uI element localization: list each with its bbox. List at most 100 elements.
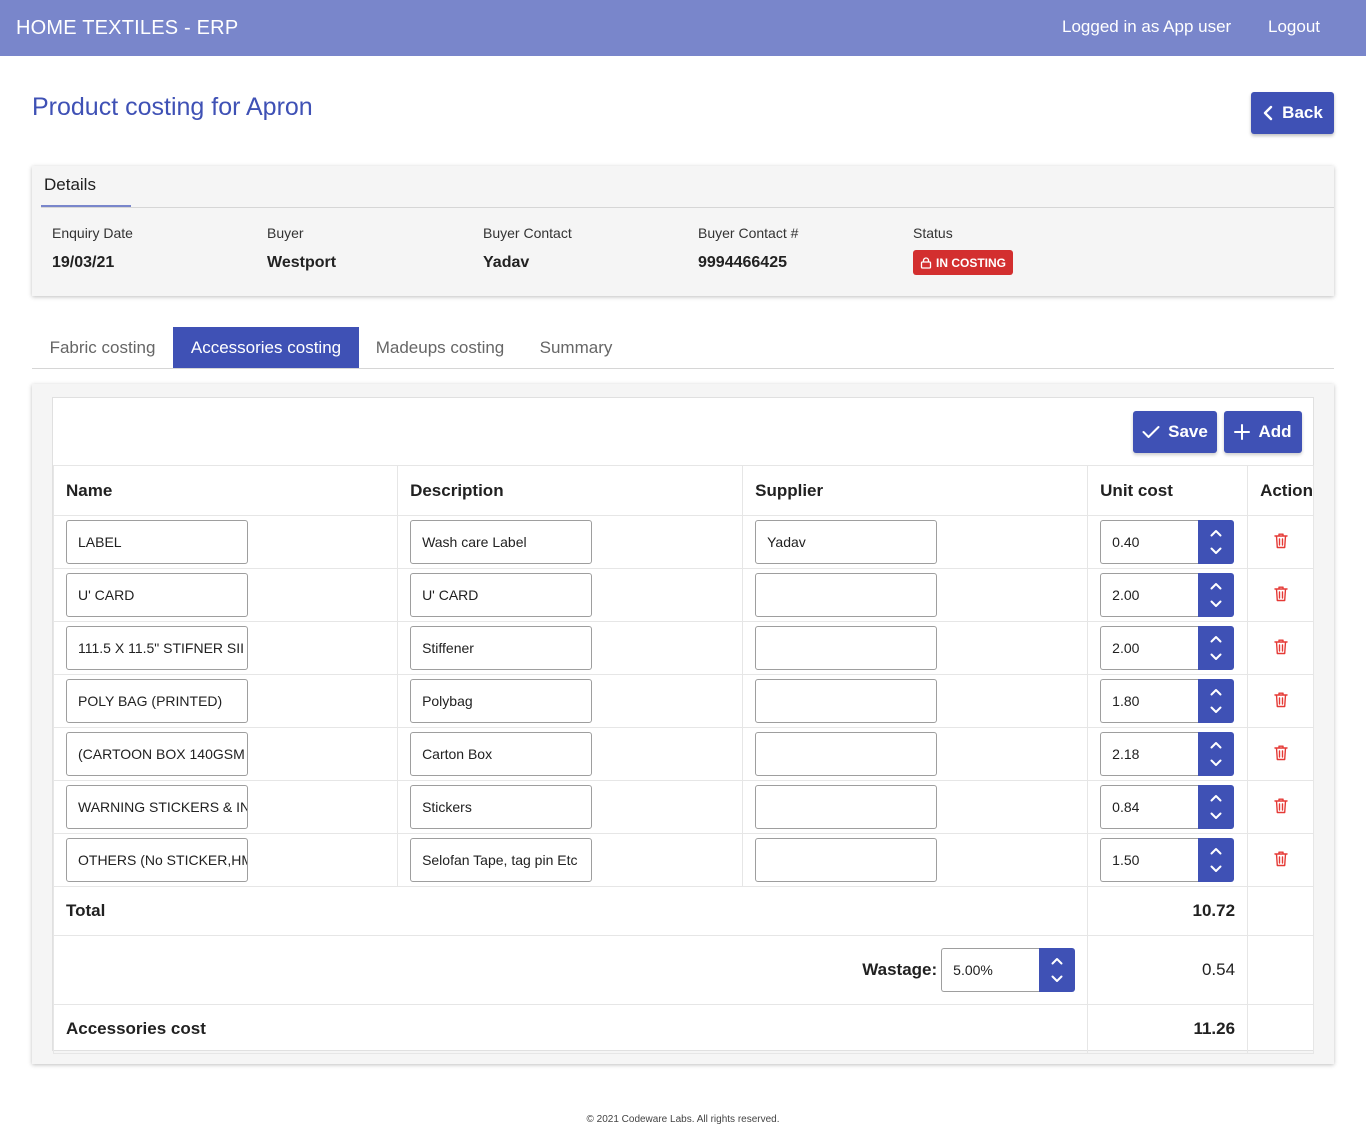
total-label: Total — [52, 886, 1089, 936]
chevron-down-icon[interactable] — [1210, 759, 1222, 767]
buyer-contact-label: Buyer Contact — [483, 225, 572, 241]
tab-summary[interactable]: Summary — [521, 327, 631, 368]
buyer-contact-field: Buyer Contact Yadav — [483, 225, 572, 272]
unit-cost-input[interactable]: 0.84 — [1100, 785, 1199, 829]
item-name-input[interactable]: LABEL — [66, 520, 248, 564]
logged-in-user: Logged in as App user — [1062, 17, 1232, 36]
chevron-down-icon[interactable] — [1051, 975, 1063, 983]
enquiry-date-field: Enquiry Date 19/03/21 — [52, 225, 133, 272]
item-supplier-input[interactable]: Yadav — [755, 520, 938, 564]
tab-madeups-costing[interactable]: Madeups costing — [359, 327, 521, 368]
tab-details[interactable]: Details — [41, 166, 131, 208]
item-name-input[interactable]: 111.5 X 11.5" STIFNER SII — [66, 626, 248, 670]
accessories-table-card: Save Add Name Description Supplier Unit … — [52, 397, 1314, 1054]
details-card: Details Enquiry Date 19/03/21 Buyer West… — [32, 166, 1334, 296]
chevron-up-icon[interactable] — [1210, 582, 1222, 590]
chevron-up-icon[interactable] — [1210, 529, 1222, 537]
unit-cost-stepper: 0.84 — [1100, 785, 1235, 829]
column-header-supplier: Supplier — [742, 465, 1089, 516]
chevron-down-icon[interactable] — [1210, 706, 1222, 714]
status-badge: IN COSTING — [913, 250, 1014, 275]
table-row: U' CARD U' CARD 2.00 — [52, 568, 1314, 622]
add-button-label: Add — [1258, 422, 1292, 441]
trash-icon[interactable] — [1273, 850, 1289, 867]
save-button[interactable]: Save — [1133, 411, 1217, 453]
chevron-up-icon[interactable] — [1051, 957, 1063, 965]
footer-copyright: © 2021 Codeware Labs. All rights reserve… — [586, 1114, 780, 1125]
enquiry-date-value: 19/03/21 — [52, 254, 115, 271]
tab-fabric-costing[interactable]: Fabric costing — [32, 327, 173, 368]
table-header-row: Name Description Supplier Unit cost Acti… — [52, 465, 1314, 516]
accessories-cost-value: 11.26 — [1087, 1004, 1249, 1054]
chevron-down-icon[interactable] — [1210, 812, 1222, 820]
item-supplier-input[interactable] — [755, 838, 938, 882]
chevron-down-icon[interactable] — [1210, 653, 1222, 661]
trash-icon[interactable] — [1273, 691, 1289, 708]
chevron-down-icon[interactable] — [1210, 865, 1222, 873]
buyer-label: Buyer — [267, 225, 304, 241]
wastage-stepper: 5.00% — [941, 948, 1076, 992]
unit-cost-input[interactable]: 1.80 — [1100, 679, 1199, 723]
chevron-up-icon[interactable] — [1210, 688, 1222, 696]
item-name-input[interactable]: WARNING STICKERS & IN — [66, 785, 248, 829]
chevron-up-icon[interactable] — [1210, 635, 1222, 643]
item-supplier-input[interactable] — [755, 626, 938, 670]
trash-icon[interactable] — [1273, 638, 1289, 655]
status-label: Status — [913, 225, 953, 241]
item-name-input[interactable]: U' CARD — [66, 573, 248, 617]
unit-cost-input[interactable]: 2.00 — [1100, 573, 1199, 617]
item-supplier-input[interactable] — [755, 573, 938, 617]
unit-cost-spin-buttons — [1198, 626, 1235, 670]
trash-icon[interactable] — [1273, 585, 1289, 602]
item-description-input[interactable]: Wash care Label — [410, 520, 593, 564]
item-description-input[interactable]: Polybag — [410, 679, 593, 723]
item-description-input[interactable]: Carton Box — [410, 732, 593, 776]
unit-cost-spin-buttons — [1198, 520, 1235, 564]
tab-details-label: Details — [44, 175, 96, 194]
table-row: LABEL Wash care Label Yadav 0.40 — [52, 515, 1314, 569]
buyer-contact-value: Yadav — [483, 254, 530, 271]
accessories-cost-row: Accessories cost 11.26 — [52, 1004, 1314, 1054]
column-header-unit-cost: Unit cost — [1087, 465, 1249, 516]
enquiry-date-label: Enquiry Date — [52, 225, 133, 241]
chevron-up-icon[interactable] — [1210, 847, 1222, 855]
unit-cost-input[interactable]: 2.18 — [1100, 732, 1199, 776]
item-supplier-input[interactable] — [755, 732, 938, 776]
item-description-input[interactable]: Selofan Tape, tag pin Etc — [410, 838, 593, 882]
unit-cost-stepper: 2.18 — [1100, 732, 1235, 776]
trash-icon[interactable] — [1273, 744, 1289, 761]
add-button[interactable]: Add — [1224, 411, 1302, 453]
save-button-label: Save — [1168, 422, 1208, 441]
costing-tabs: Fabric costing Accessories costing Madeu… — [32, 327, 1334, 369]
unit-cost-input[interactable]: 1.50 — [1100, 838, 1199, 882]
app-title[interactable]: HOME TEXTILES - ERP — [16, 17, 238, 40]
logout-link[interactable]: Logout — [1268, 17, 1320, 37]
chevron-up-icon[interactable] — [1210, 794, 1222, 802]
buyer-contact-number-field: Buyer Contact # 9994466425 — [698, 225, 798, 272]
item-supplier-input[interactable] — [755, 785, 938, 829]
back-button[interactable]: Back — [1251, 92, 1334, 134]
item-description-input[interactable]: Stickers — [410, 785, 593, 829]
unit-cost-input[interactable]: 2.00 — [1100, 626, 1199, 670]
chevron-up-icon[interactable] — [1210, 741, 1222, 749]
item-description-input[interactable]: U' CARD — [410, 573, 593, 617]
status-badge-text: IN COSTING — [936, 255, 1007, 270]
unit-cost-stepper: 1.50 — [1100, 838, 1235, 882]
unit-cost-stepper: 1.80 — [1100, 679, 1235, 723]
wastage-input[interactable]: 5.00% — [941, 948, 1040, 992]
unit-cost-input[interactable]: 0.40 — [1100, 520, 1199, 564]
item-name-input[interactable]: OTHERS (No STICKER,HM — [66, 838, 248, 882]
item-name-input[interactable]: POLY BAG (PRINTED) — [66, 679, 248, 723]
accessories-cost-label: Accessories cost — [52, 1004, 1089, 1054]
item-description-input[interactable]: Stiffener — [410, 626, 593, 670]
item-name-input[interactable]: (CARTOON BOX 140GSM — [66, 732, 248, 776]
trash-icon[interactable] — [1273, 797, 1289, 814]
trash-icon[interactable] — [1273, 532, 1289, 549]
chevron-down-icon[interactable] — [1210, 600, 1222, 608]
item-supplier-input[interactable] — [755, 679, 938, 723]
tab-accessories-costing[interactable]: Accessories costing — [173, 327, 359, 368]
check-icon — [1142, 426, 1160, 438]
buyer-value: Westport — [267, 254, 337, 271]
chevron-left-icon — [1263, 105, 1273, 121]
chevron-down-icon[interactable] — [1210, 547, 1222, 555]
